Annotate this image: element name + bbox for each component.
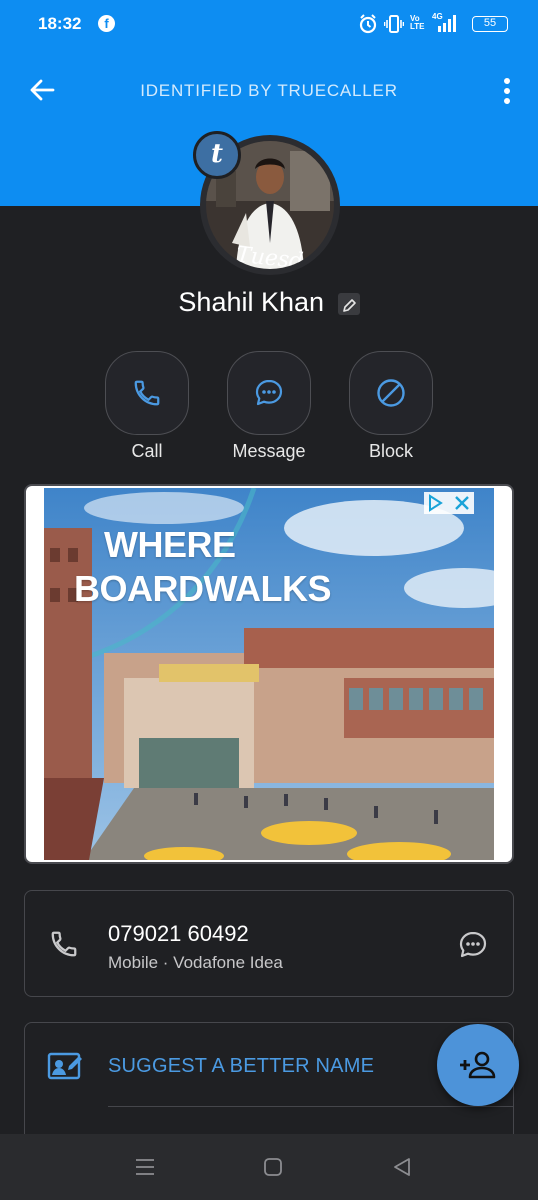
block-button-circle[interactable] — [349, 351, 433, 435]
vibrate-icon — [384, 15, 404, 33]
more-vertical-icon[interactable] — [502, 77, 512, 105]
signal-icon — [438, 15, 456, 32]
add-contact-button[interactable] — [437, 1024, 519, 1106]
system-navigation-bar — [0, 1134, 538, 1200]
call-label: Call — [131, 441, 163, 461]
ad-headline-line2: BOARDWALKS — [74, 568, 331, 609]
ad-image[interactable]: WHERE BOARDWALKS — [44, 488, 494, 860]
status-icons: Vo LTE 4G 55 — [358, 12, 508, 36]
battery-indicator: 55 — [472, 16, 508, 32]
phone-number: 079021 60492 — [108, 921, 249, 946]
volte-label-bottom: LTE — [410, 22, 425, 31]
menu-icon[interactable] — [133, 1156, 157, 1178]
volte-label: Vo LTE — [410, 15, 425, 31]
message-button[interactable]: Message — [227, 351, 311, 462]
suggest-better-name-link[interactable]: SUGGEST A BETTER NAME — [108, 1055, 374, 1078]
message-button-circle[interactable] — [227, 351, 311, 435]
block-button[interactable]: Block — [349, 351, 433, 462]
call-button-circle[interactable] — [105, 351, 189, 435]
chat-bubble-icon[interactable] — [457, 929, 489, 961]
app-bar: IDENTIFIED BY TRUECALLER — [0, 60, 538, 120]
facebook-icon: f — [98, 15, 115, 32]
page-title: IDENTIFIED BY TRUECALLER — [140, 81, 398, 100]
contact-name: Shahil Khan — [0, 286, 538, 318]
call-button[interactable]: Call — [105, 351, 189, 462]
phone-icon — [51, 931, 77, 957]
block-icon — [377, 379, 405, 407]
message-label: Message — [232, 441, 306, 461]
edit-contact-icon — [47, 1052, 82, 1080]
alarm-icon — [359, 14, 377, 34]
phone-carrier-info: Mobile · Vodafone Idea — [108, 953, 283, 972]
phone-icon — [134, 380, 160, 406]
edit-pencil-icon[interactable] — [337, 292, 360, 315]
back-triangle-icon[interactable] — [390, 1156, 414, 1178]
adchoices-icon[interactable] — [424, 492, 474, 514]
chat-bubble-icon — [255, 379, 283, 406]
phone-number-card[interactable]: 079021 60492 Mobile · Vodafone Idea — [24, 890, 514, 997]
status-bar: 18:32 f Vo LTE 4G 55 — [0, 0, 538, 48]
divider — [108, 1106, 513, 1107]
block-label: Block — [368, 441, 413, 461]
status-time: 18:32 — [38, 14, 82, 33]
advertisement-banner[interactable]: WHERE BOARDWALKS — [24, 484, 514, 864]
truecaller-badge: t — [193, 131, 241, 179]
add-person-icon — [460, 1051, 496, 1079]
home-icon[interactable] — [261, 1156, 285, 1178]
ad-headline-line1: WHERE — [104, 524, 236, 565]
contact-name-text: Shahil Khan — [178, 287, 325, 318]
